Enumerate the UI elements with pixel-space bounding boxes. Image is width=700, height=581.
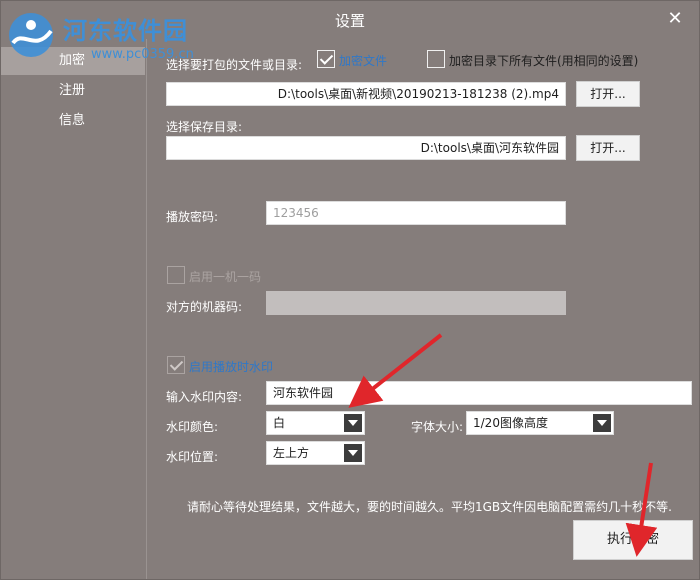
encrypt-dir-all-checkbox[interactable] [427, 50, 445, 68]
sidebar-item-info[interactable]: 信息 [1, 107, 145, 135]
play-password-label: 播放密码: [166, 210, 219, 224]
chevron-down-icon [593, 414, 611, 432]
open-source-button[interactable]: 打开... [576, 81, 640, 107]
encrypt-dir-all-label: 加密目录下所有文件(用相同的设置) [449, 54, 639, 68]
font-size-label: 字体大小: [411, 420, 464, 434]
watermark-position-select[interactable]: 左上方 [266, 441, 365, 465]
encrypt-file-checkbox[interactable] [317, 50, 335, 68]
close-button[interactable]: ✕ [665, 9, 685, 29]
processing-note: 请耐心等待处理结果，文件越大，要的时间越久。平均1GB文件因电脑配置需约几十秒不… [187, 500, 672, 514]
sidebar-item-register[interactable]: 注册 [1, 77, 145, 105]
watermark-enable-checkbox[interactable] [167, 356, 185, 374]
encrypt-file-label: 加密文件 [339, 54, 388, 68]
watermark-enable-label: 启用播放时水印 [189, 360, 274, 374]
save-dir-label: 选择保存目录: [166, 120, 243, 134]
watermark-content-label: 输入水印内容: [166, 390, 243, 404]
font-size-value: 1/20图像高度 [473, 416, 548, 430]
watermark-position-value: 左上方 [273, 446, 310, 460]
watermark-color-value: 白 [273, 416, 286, 430]
execute-encrypt-button[interactable]: 执行加密 [573, 520, 693, 560]
watermark-color-select[interactable]: 白 [266, 411, 365, 435]
chevron-down-icon [344, 414, 362, 432]
sidebar: 加密 注册 信息 [1, 39, 147, 579]
one-machine-label: 启用一机一码 [189, 270, 262, 284]
site-logo-icon [9, 13, 53, 57]
watermark-position-label: 水印位置: [166, 450, 219, 464]
save-path-field[interactable]: D:\tools\桌面\河东软件园 [166, 136, 566, 160]
play-password-field[interactable]: 123456 [266, 201, 566, 225]
settings-window: 设置 ✕ 加密 注册 信息 河东软件园 www.pc0359.cn 选择要打包的… [0, 0, 700, 580]
source-path-field[interactable]: D:\tools\桌面\新视频\20190213-181238 (2).mp4 [166, 82, 566, 106]
source-label: 选择要打包的文件或目录: [166, 58, 303, 72]
watermark-content-field[interactable]: 河东软件园 [266, 381, 692, 405]
open-save-dir-button[interactable]: 打开... [576, 135, 640, 161]
watermark-site-name: 河东软件园 [63, 17, 188, 45]
one-machine-checkbox[interactable] [167, 266, 185, 284]
peer-machine-field[interactable] [266, 291, 566, 315]
font-size-select[interactable]: 1/20图像高度 [466, 411, 614, 435]
watermark-color-label: 水印颜色: [166, 420, 219, 434]
peer-machine-label: 对方的机器码: [166, 300, 243, 314]
chevron-down-icon [344, 444, 362, 462]
